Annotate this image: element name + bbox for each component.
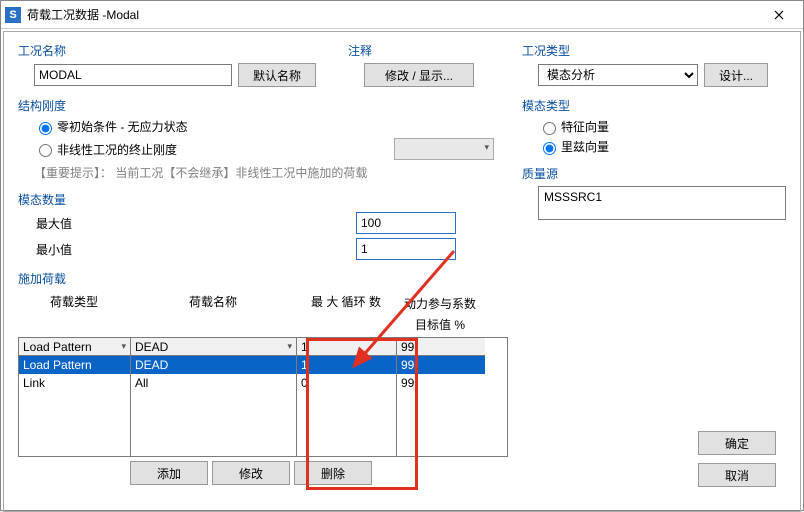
modal-dialog: S 荷载工况数据 -Modal 工况名称 默认名称	[0, 0, 804, 511]
cancel-button[interactable]: 取消	[698, 463, 776, 487]
mode-num-legend: 模态数量	[18, 191, 508, 208]
table-cell[interactable]: 99	[397, 374, 485, 392]
close-icon	[774, 10, 784, 20]
chevron-down-icon: ▾	[287, 341, 292, 352]
stiffness-nl-label: 非线性工况的终止刚度	[57, 141, 177, 158]
table-row[interactable]: Load Pattern	[19, 356, 130, 374]
default-name-button[interactable]: 默认名称	[238, 63, 316, 87]
modify-button[interactable]: 修改	[212, 461, 290, 485]
stiffness-zero-radio[interactable]: 零初始条件 - 无应力状态	[34, 118, 508, 135]
mass-source-box: MSSSRC1	[538, 186, 786, 220]
cycles-input-cell[interactable]: 1	[297, 338, 396, 356]
target-input-cell[interactable]: 99	[397, 338, 485, 356]
case-name-input[interactable]	[34, 64, 232, 86]
stiffness-zero-input[interactable]	[39, 122, 52, 135]
stiffness-nl-radio[interactable]: 非线性工况的终止刚度	[34, 141, 177, 158]
loads-table[interactable]: Load Pattern▾ Load Pattern Link DEAD▾ DE…	[18, 337, 508, 457]
load-type-dropdown[interactable]: Load Pattern▾	[19, 338, 130, 356]
table-cell[interactable]: 99	[397, 356, 485, 374]
modal-type-legend: 模态类型	[522, 97, 786, 114]
table-cell[interactable]: All	[131, 374, 296, 392]
table-row[interactable]: Link	[19, 374, 130, 392]
delete-button[interactable]: 删除	[294, 461, 372, 485]
eigen-label: 特征向量	[561, 118, 609, 135]
min-modes-input[interactable]	[356, 238, 456, 260]
titlebar: S 荷载工况数据 -Modal	[1, 1, 803, 29]
ritz-input[interactable]	[543, 142, 556, 155]
mass-source-legend: 质量源	[522, 165, 786, 182]
max-modes-label: 最大值	[36, 215, 356, 232]
col-cycles-header: 最 大 循环 数	[296, 291, 396, 337]
stiffness-zero-label: 零初始条件 - 无应力状态	[57, 118, 188, 135]
min-modes-label: 最小值	[36, 241, 356, 258]
design-button[interactable]: 设计...	[704, 63, 768, 87]
ritz-radio[interactable]: 里兹向量	[538, 138, 786, 155]
col-name-header: 荷载名称	[130, 291, 296, 337]
nl-case-select-disabled: ▾	[394, 138, 494, 160]
eigen-input[interactable]	[543, 122, 556, 135]
table-cell[interactable]: DEAD	[131, 356, 296, 374]
close-button[interactable]	[759, 1, 799, 29]
max-modes-input[interactable]	[356, 212, 456, 234]
stiffness-nl-input[interactable]	[39, 144, 52, 157]
notes-legend: 注释	[348, 42, 508, 59]
case-type-legend: 工况类型	[522, 42, 786, 59]
ok-button[interactable]: 确定	[698, 431, 776, 455]
chevron-down-icon: ▾	[121, 341, 126, 352]
loads-legend: 施加荷载	[18, 270, 508, 287]
window-title: 荷载工况数据 -Modal	[27, 6, 759, 23]
eigen-radio[interactable]: 特征向量	[538, 118, 786, 135]
case-name-legend: 工况名称	[18, 42, 348, 59]
table-cell[interactable]: 1	[297, 356, 396, 374]
notes-button[interactable]: 修改 / 显示...	[364, 63, 474, 87]
app-icon: S	[5, 7, 21, 23]
col-target-header: 动力参与系数 目标值 %	[396, 291, 484, 337]
stiffness-legend: 结构刚度	[18, 97, 508, 114]
add-button[interactable]: 添加	[130, 461, 208, 485]
mass-source-value: MSSSRC1	[544, 190, 602, 204]
stiffness-hint: 【重要提示】： 当前工况【不会继承】非线性工况中施加的荷载	[34, 164, 508, 181]
col-type-header: 荷载类型	[18, 291, 130, 337]
load-name-dropdown[interactable]: DEAD▾	[131, 338, 296, 356]
table-cell[interactable]: 0	[297, 374, 396, 392]
case-type-select[interactable]: 模态分析	[538, 64, 698, 86]
ritz-label: 里兹向量	[561, 138, 609, 155]
